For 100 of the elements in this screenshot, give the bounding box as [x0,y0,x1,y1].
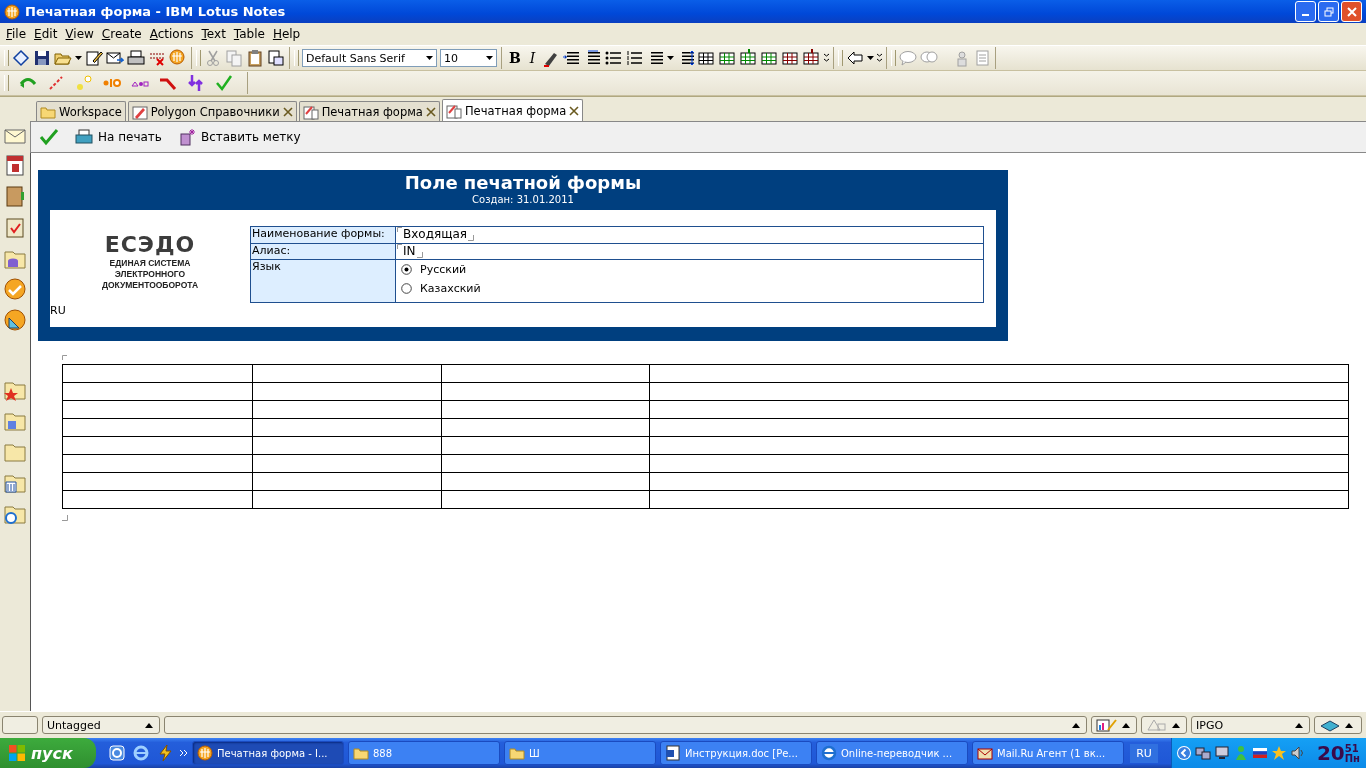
line-tool-icon[interactable] [47,74,65,92]
tab[interactable]: Печатная форма [298,101,440,121]
radio-button[interactable] [401,283,412,295]
globe-check-icon[interactable] [3,277,27,301]
menu-item[interactable]: View [61,27,98,41]
taskbar-button[interactable]: Mail.Ru Агент (1 вк... [972,741,1124,765]
menu-item[interactable]: Table [229,27,269,41]
print-icon[interactable] [127,49,145,67]
tab[interactable]: Печатная форма [441,99,584,121]
chevron-icon[interactable] [180,749,188,757]
chart-pencil-icon[interactable] [1096,718,1118,732]
caret-icon[interactable] [667,56,675,60]
paste-special-icon[interactable] [267,49,285,67]
address-book-icon[interactable] [3,184,27,208]
clipboard-icon[interactable] [3,215,27,239]
caret-up-icon[interactable] [1122,722,1130,728]
close-icon[interactable] [282,106,293,117]
clock-hours: 20 [1316,742,1345,764]
status-message-field[interactable] [164,716,1087,734]
taskbar-button[interactable]: Печатная форма - I... [192,741,344,765]
caret-icon[interactable] [867,56,875,60]
logo-subtitle: ЕДИНАЯ СИСТЕМА [109,258,191,269]
close-icon[interactable] [425,106,436,117]
dots-icon[interactable] [75,74,93,92]
indent-icon[interactable] [562,49,581,67]
font-size-select[interactable]: 10 [440,49,497,67]
caret-up-icon[interactable] [1172,722,1180,728]
diamond-icon[interactable] [12,49,30,67]
globe-ruler-icon[interactable] [3,308,27,332]
radio-button[interactable] [401,264,412,276]
language-indicator[interactable]: RU [1130,743,1158,763]
taskbar-button[interactable]: Ш [504,741,656,765]
more-icon[interactable] [824,53,830,63]
font-select[interactable]: Default Sans Serif [302,49,437,67]
table-column-icon[interactable] [719,49,738,67]
globe-icon[interactable] [169,49,187,67]
speaker-icon[interactable] [1290,745,1306,761]
computers-icon[interactable] [1214,745,1230,761]
table-insert-row-icon[interactable] [740,49,759,67]
save-icon[interactable] [33,49,51,67]
table-delete-row-icon[interactable] [803,49,822,67]
calendar-icon[interactable] [3,153,27,177]
italic-button[interactable]: I [526,50,539,66]
numbered-list-icon[interactable] [625,49,644,67]
bullet-list-icon[interactable] [604,49,623,67]
status-menu[interactable] [1141,716,1187,734]
form-title: Поле печатной формы [403,172,643,193]
caret-up-icon[interactable] [1345,722,1353,728]
start-button[interactable]: пуск [0,738,96,768]
minimize-button[interactable] [1295,1,1316,22]
table-delete-column-icon[interactable] [782,49,801,67]
print-button[interactable]: На печать [75,129,162,145]
caret-icon[interactable] [75,56,82,60]
taskbar-button[interactable]: 888 [348,741,500,765]
restore-button[interactable] [1318,1,1339,22]
menu-item[interactable]: Actions [145,27,198,41]
tab[interactable]: Polygon Справочники [127,101,297,121]
up-down-arrows-icon[interactable] [187,74,205,92]
taskbar-button[interactable]: Online-переводчик ... [816,741,968,765]
taskbar-button[interactable]: Инструкция.doc [Ре... [660,741,812,765]
caret-icon[interactable] [485,56,493,60]
table-icon[interactable] [698,49,717,67]
browser-icon [821,745,837,761]
send-mail-icon[interactable] [106,49,124,67]
paste-icon[interactable] [246,49,264,67]
menu-item[interactable]: Create [97,27,146,41]
radio-label[interactable]: Казахский [420,282,481,296]
back-chevron-icon[interactable] [1176,745,1192,761]
refresh-icon[interactable] [108,744,126,762]
status-menu[interactable] [1091,716,1137,734]
checkmark-button[interactable] [39,128,59,146]
edit-icon[interactable] [85,49,103,67]
caret-icon[interactable] [425,56,433,60]
table-append-icon[interactable] [761,49,780,67]
more-icon[interactable] [877,53,883,63]
flag-icon[interactable] [1252,745,1268,761]
bold-button[interactable]: B [506,50,524,66]
back-arrow-icon[interactable] [846,49,865,67]
star-icon[interactable] [1271,745,1287,761]
caret-up-icon[interactable] [145,722,153,728]
network-icon[interactable] [1195,745,1211,761]
checkmark-icon[interactable] [215,74,233,92]
lightning-icon[interactable] [156,744,174,762]
caret-up-icon[interactable] [1072,722,1080,728]
caret-up-icon[interactable] [1295,722,1303,728]
tag-menu[interactable]: Untagged [42,716,160,734]
close-icon[interactable] [569,105,580,116]
logo-title: ЕСЭДО [104,232,196,258]
radio-label[interactable]: Русский [420,263,467,277]
menu-item[interactable]: Text [197,27,230,41]
menu-item[interactable]: Edit [30,27,62,41]
status-menu[interactable] [1314,716,1362,734]
menu-item[interactable]: File [2,27,31,41]
browser-icon[interactable] [132,744,150,762]
replicator-icon[interactable] [1319,718,1341,732]
menu-item[interactable]: Help [268,27,305,41]
location-menu[interactable]: IPGO [1191,716,1310,734]
tag-button[interactable]: Вставить метку [177,128,301,146]
close-button[interactable] [1341,1,1362,22]
tab[interactable]: Workspace [36,101,126,121]
